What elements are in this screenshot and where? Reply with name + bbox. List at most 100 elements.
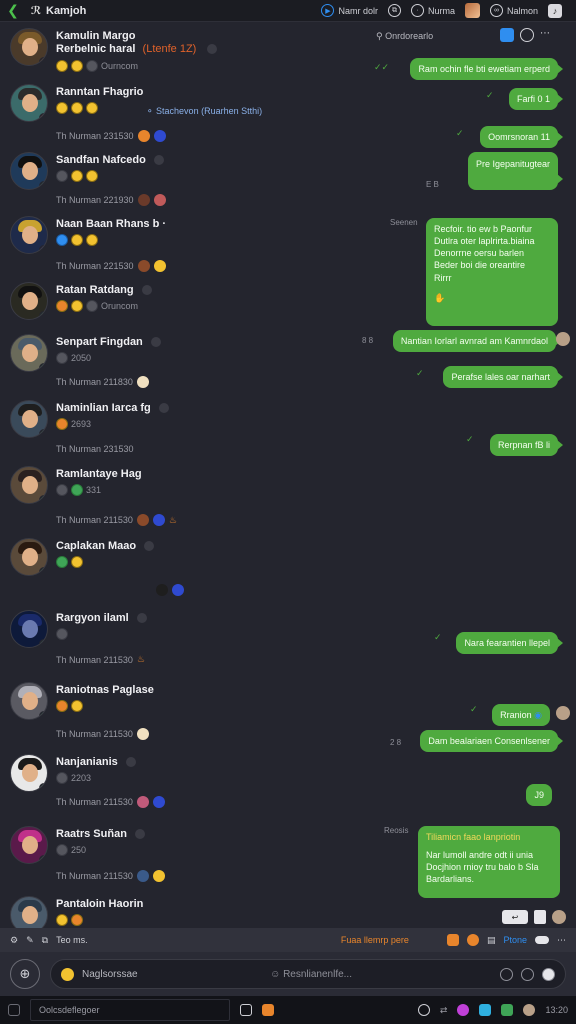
contact-name-block: Nanjanianis	[56, 756, 136, 768]
contact-item[interactable]: Raniotnas Paglase Th Nurman 211530	[10, 682, 340, 746]
notification-bell-icon[interactable]: ♪	[548, 3, 562, 18]
sender-avatar	[556, 706, 570, 720]
reaction-icon	[137, 130, 150, 142]
taskbar-search[interactable]: Oolcsdeflegoer	[30, 999, 230, 1021]
contact-item[interactable]: Senpart Fingdan 2050 Th Nurman 211830	[10, 334, 340, 394]
thread-search[interactable]: ⚲ Onrdorearlo	[376, 31, 433, 42]
bubble-text: Denorrne oersu barlen	[434, 248, 525, 259]
mic-icon[interactable]	[500, 967, 513, 981]
read-receipt-icon: ✓	[416, 368, 424, 378]
contact-status-row: Oruncom	[56, 300, 138, 312]
app-icon[interactable]	[479, 1004, 492, 1016]
bubble-text: Rerpnan fB li	[497, 440, 550, 450]
status-badge	[39, 495, 47, 503]
toolbar-blue-label[interactable]: Ptone	[503, 935, 527, 945]
contact-item[interactable]: Caplakan Maao	[10, 538, 340, 602]
chat-bubble[interactable]: Perafse lales oar narhart	[443, 366, 563, 389]
contact-item[interactable]: Raatrs Suñan 250 Th Nurman 211530	[10, 826, 340, 886]
app-icon[interactable]	[457, 1004, 470, 1016]
contact-time: Th Nurman 211530	[56, 729, 133, 739]
contact-time: Th Nurman 211830	[56, 377, 133, 387]
contact-item[interactable]: Nanjanianis 2203 Th Nurman 211530	[10, 754, 340, 814]
contact-name-block: Raniotnas Paglase	[56, 684, 154, 696]
circle-play-icon: ▶	[321, 4, 335, 17]
contact-item[interactable]: Naan Baan Rhans b · Th Nurman 221530	[10, 216, 340, 278]
reaction-icon	[172, 584, 184, 596]
avatar[interactable]	[523, 1004, 536, 1016]
add-attachment-button[interactable]: ⊕	[10, 959, 40, 989]
avatar	[10, 826, 48, 864]
chat-bubble[interactable]: Pre Igepanitugtear	[467, 152, 564, 190]
contact-item[interactable]: Kamulin Margo Rerbelnic haral (Ltenfe 1Z…	[10, 28, 340, 78]
app-icon[interactable]	[501, 1004, 514, 1016]
bubble-meta: Seenen	[390, 218, 418, 227]
chat-bubble[interactable]: Nantian Iorlarl avnrad am Kamnrdaol	[392, 330, 562, 353]
chat-bubble[interactable]: Ram ochin fle bti ewetiam erperd	[410, 58, 563, 81]
contact-name: Raatrs Suñan	[56, 828, 127, 840]
contact-time-row: Th Nurman 211830	[56, 376, 149, 388]
network-icon[interactable]: ⇄	[440, 1005, 448, 1016]
chat-bubble[interactable]: Tiliamicn faao lanpriotin Nar lumoll and…	[418, 826, 560, 898]
settings-icon[interactable]	[417, 1004, 430, 1016]
sticker-icon[interactable]	[446, 934, 459, 946]
contact-name-block: Caplakan Maao	[56, 540, 155, 552]
chat-bubble[interactable]: Recfoir. tio ew b Paonfur Dutlra oter la…	[426, 218, 558, 326]
attach-icon[interactable]: ✎	[26, 935, 34, 946]
contact-item[interactable]: Naminlian Iarca fg 2693 Th Nurman 231530	[10, 400, 340, 460]
reaction-icon	[156, 584, 168, 596]
contact-subtitle: Rerbelnic haral	[56, 43, 136, 56]
toggle-switch[interactable]	[535, 936, 549, 944]
dot-icon	[207, 44, 218, 55]
contact-item[interactable]: Pantaloin Haorin	[10, 896, 340, 928]
header-item-link[interactable]: ∞ Nalmon	[489, 4, 538, 17]
profile-thumbnail[interactable]	[464, 3, 480, 18]
toolbar-left-label[interactable]: Teo ms.	[56, 935, 88, 945]
contact-name: Senpart Fingdan	[56, 336, 143, 348]
chat-bubble[interactable]: Rranion ◉	[492, 704, 550, 727]
header-item-play[interactable]: ▶ Namr dolr	[321, 4, 378, 17]
reply-icon[interactable]: ↩	[502, 910, 528, 924]
chat-bubble[interactable]: Nara fearantien llepel	[456, 632, 563, 655]
copy-icon[interactable]	[534, 910, 546, 924]
settings-icon[interactable]: ⚙	[10, 935, 18, 946]
start-icon[interactable]	[8, 1004, 20, 1016]
app-icon[interactable]	[262, 1004, 274, 1016]
chat-bubble[interactable]: Dam bealariaen Consenlsener	[420, 730, 563, 753]
filter-icon[interactable]	[500, 28, 514, 42]
more-icon[interactable]: ⋯	[540, 28, 550, 42]
emoji-picker-icon[interactable]	[466, 934, 479, 946]
avatar	[10, 610, 48, 648]
dot-icon	[150, 337, 161, 348]
chat-bubble[interactable]: Oomrsnoran 11	[480, 126, 563, 149]
emoji-icon	[56, 102, 68, 114]
contact-status-row	[56, 700, 83, 712]
chat-bubble[interactable]: J9	[526, 784, 552, 807]
gif-icon[interactable]: ▤	[487, 935, 496, 946]
dot-icon	[134, 829, 145, 840]
back-arrow-icon[interactable]: ❮	[0, 2, 26, 19]
header-item-chat[interactable]: · Nurma	[410, 4, 455, 17]
more-icon[interactable]: ⋯	[557, 935, 566, 946]
send-icon[interactable]	[542, 967, 555, 981]
contact-item[interactable]: Rargyon ilaml Th Nurman 211530 ♨	[10, 610, 340, 670]
contact-item[interactable]: Ramlantaye Hag 331 Th Nurman 211530 ♨	[10, 466, 340, 530]
contact-item[interactable]: Ratan Ratdang Oruncom	[10, 282, 340, 332]
chat-bubble[interactable]: Rerpnan fB li	[489, 434, 564, 457]
contact-name: Naan Baan Rhans b ·	[56, 218, 167, 230]
emoji-icon	[56, 844, 68, 856]
message-input-placeholder: Naglsorssae	[82, 968, 138, 980]
toolbar-center-label[interactable]: Fuaa llemrp pere	[341, 935, 409, 945]
copy-icon[interactable]: ⧉	[42, 935, 48, 946]
system-tray: ⇄ 13:20	[417, 1004, 568, 1016]
contact-item[interactable]: Sandfan Nafcedo Th Nurman 221930	[10, 152, 340, 210]
header-item-copy[interactable]: ⧉	[387, 4, 401, 17]
chat-bubble[interactable]: Farfi 0 1	[508, 88, 564, 111]
camera-icon[interactable]	[521, 967, 534, 981]
message-input[interactable]: Naglsorssae ☺ Resnlianenlfe...	[50, 959, 566, 989]
contact-time: Th Nurman 231530	[56, 444, 134, 454]
task-view-icon[interactable]	[240, 1004, 252, 1016]
emoji-icon[interactable]	[61, 967, 74, 981]
bubble-text: Oomrsnoran 11	[488, 132, 550, 142]
clock-icon[interactable]	[520, 28, 534, 42]
contact-time-row: Th Nurman 221530	[56, 260, 166, 272]
